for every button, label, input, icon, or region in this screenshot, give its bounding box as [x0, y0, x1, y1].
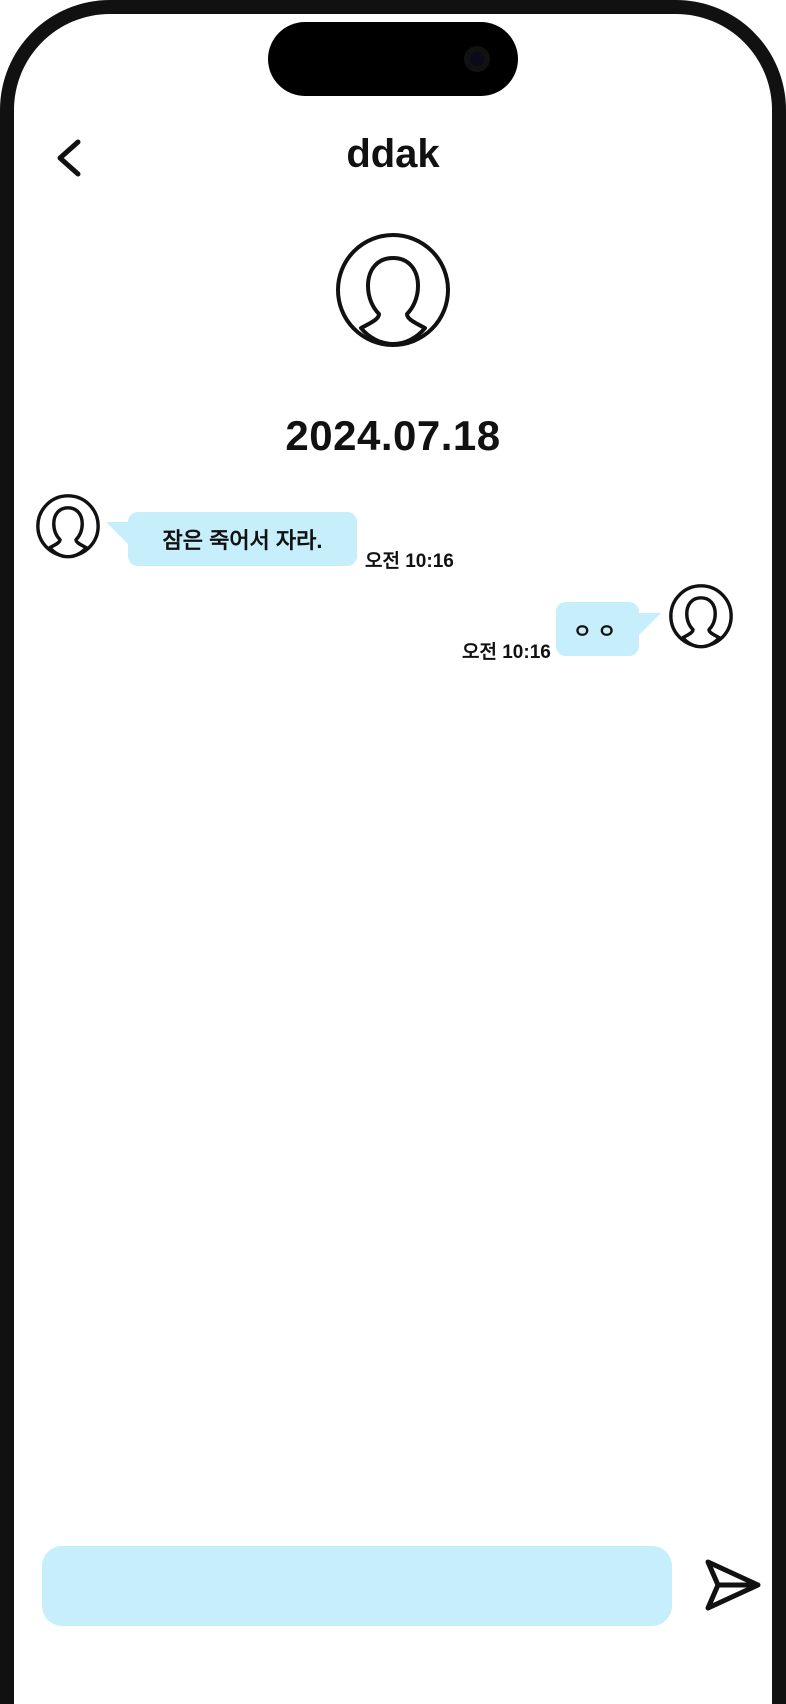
- bubble-tail: [637, 613, 661, 637]
- chat-date: 2024.07.18: [285, 412, 501, 459]
- send-button[interactable]: [704, 1558, 762, 1612]
- my-avatar[interactable]: [668, 583, 734, 649]
- user-avatar-icon: [36, 494, 100, 559]
- user-avatar-icon: [336, 233, 450, 347]
- camera-icon: [464, 46, 490, 72]
- message-time: 오전 10:16: [462, 642, 551, 663]
- message-bubble-received[interactable]: 잠은 죽어서 자라.: [128, 512, 357, 566]
- message-time: 오전 10:16: [365, 551, 454, 572]
- message-input[interactable]: [42, 1546, 672, 1626]
- profile-avatar[interactable]: [335, 232, 451, 348]
- user-avatar-icon: [669, 584, 733, 649]
- sender-avatar[interactable]: [35, 493, 101, 559]
- message-bubble-sent[interactable]: ㅇㅇ: [556, 602, 639, 656]
- bubble-tail: [106, 522, 130, 546]
- chat-title: ddak: [346, 132, 440, 176]
- dynamic-island: [268, 22, 518, 96]
- send-icon: [705, 1559, 761, 1611]
